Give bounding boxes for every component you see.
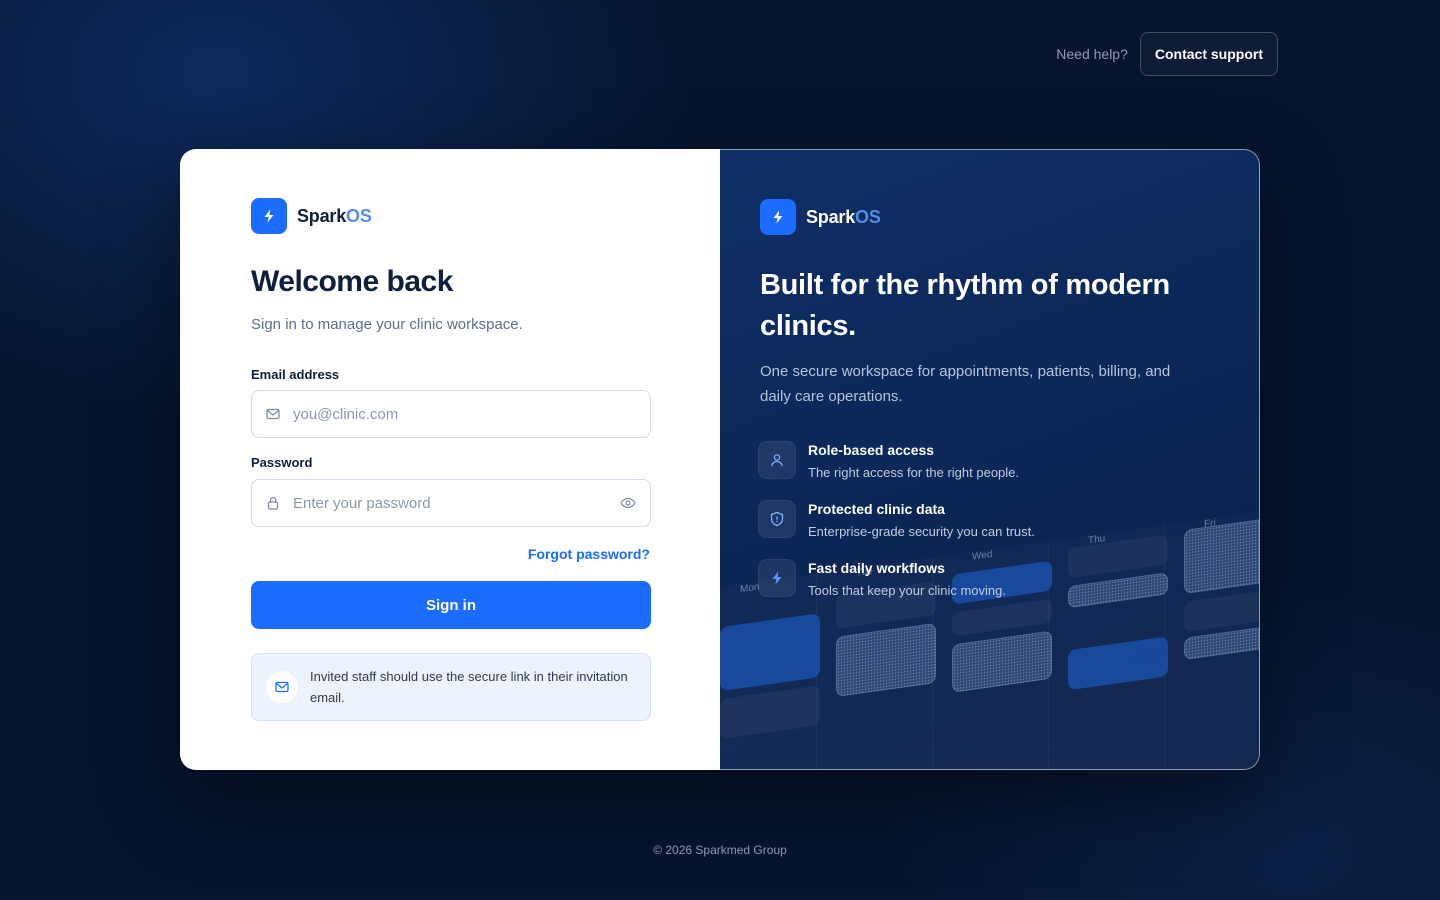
forgot-password-link[interactable]: Forgot password? xyxy=(528,546,650,562)
email-field[interactable]: you@clinic.com xyxy=(251,390,651,438)
brand-name-accent: OS xyxy=(855,206,881,227)
email-label: Email address xyxy=(251,367,340,382)
feature-description: Tools that keep your clinic moving. xyxy=(808,583,1006,598)
brand-name: SparkOS xyxy=(297,206,372,227)
brand-name-primary: Spark xyxy=(297,205,347,226)
feature-item: Protected clinic data Enterprise-grade s… xyxy=(758,500,1035,539)
shield-icon xyxy=(758,500,796,538)
feature-title: Role-based access xyxy=(808,442,935,458)
page-title: Welcome back xyxy=(251,265,453,298)
invitation-notice: Invited staff should use the secure link… xyxy=(251,653,651,721)
login-card: SparkOS Welcome back Sign in to manage y… xyxy=(180,149,1260,770)
top-bar: Need help? Contact support xyxy=(1056,32,1278,76)
feature-description: Enterprise-grade security you can trust. xyxy=(808,524,1035,539)
copyright-text: © 2026 Sparkmed Group xyxy=(653,843,787,857)
email-placeholder: you@clinic.com xyxy=(293,405,399,423)
feature-title: Protected clinic data xyxy=(808,501,945,517)
promo-panel: Mon Tue Wed Thu Fri SparkOS Built for th… xyxy=(720,149,1260,770)
feature-title: Fast daily workflows xyxy=(808,560,945,576)
feature-item: Role-based access The right access for t… xyxy=(758,441,1019,480)
password-placeholder: Enter your password xyxy=(293,494,431,512)
brand-name-primary: Spark xyxy=(806,206,856,227)
need-help-text: Need help? xyxy=(1056,46,1128,62)
feature-description: The right access for the right people. xyxy=(808,465,1020,480)
password-label: Password xyxy=(251,455,313,470)
brand-name-accent: OS xyxy=(346,205,372,226)
lightning-icon xyxy=(758,559,796,597)
page-subtitle: Sign in to manage your clinic workspace. xyxy=(251,316,523,333)
sign-in-button[interactable]: Sign in xyxy=(251,581,651,629)
calendar-event xyxy=(1184,515,1259,594)
mail-icon xyxy=(266,407,280,421)
eye-icon[interactable] xyxy=(620,495,636,511)
calendar-illustration: Mon Tue Wed Thu Fri xyxy=(720,505,1259,769)
brand-logo: SparkOS xyxy=(251,198,372,234)
notice-text: Invited staff should use the secure link… xyxy=(310,669,628,705)
envelope-icon xyxy=(266,671,298,703)
lock-icon xyxy=(266,496,280,510)
feature-item: Fast daily workflows Tools that keep you… xyxy=(758,559,1006,598)
user-icon xyxy=(758,441,796,479)
brand-name: SparkOS xyxy=(806,207,881,228)
brand-logo: SparkOS xyxy=(760,199,881,235)
lightning-bolt-icon xyxy=(760,199,796,235)
sign-in-panel: SparkOS Welcome back Sign in to manage y… xyxy=(180,149,720,770)
lightning-bolt-icon xyxy=(251,198,287,234)
password-field[interactable]: Enter your password xyxy=(251,479,651,527)
contact-support-button[interactable]: Contact support xyxy=(1139,32,1278,76)
promo-description: One secure workspace for appointments, p… xyxy=(760,363,1171,405)
promo-headline: Built for the rhythm of modern clinics. xyxy=(760,269,1170,342)
